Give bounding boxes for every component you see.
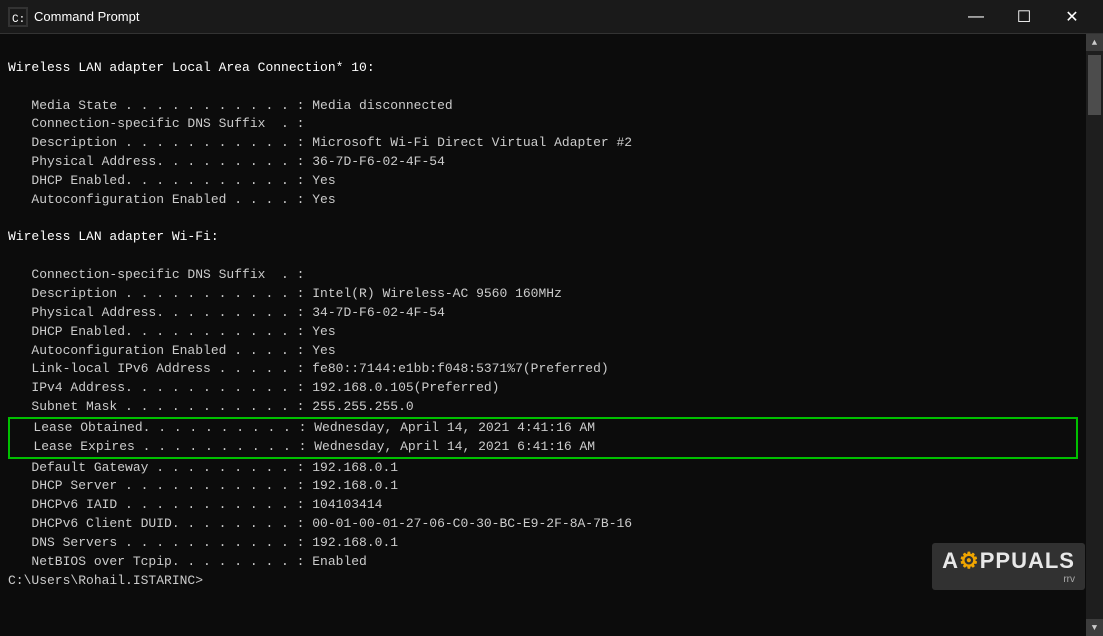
terminal-line: DHCP Enabled. . . . . . . . . . . : Yes [8, 323, 1078, 342]
terminal-line [8, 210, 1078, 229]
terminal-line: Wireless LAN adapter Local Area Connecti… [8, 59, 1078, 78]
watermark: A⚙PPUALS rrv [932, 543, 1085, 590]
watermark-sub: rrv [942, 574, 1075, 585]
terminal-line: Physical Address. . . . . . . . . : 36-7… [8, 153, 1078, 172]
terminal-line: Autoconfiguration Enabled . . . . : Yes [8, 191, 1078, 210]
terminal-line: DNS Servers . . . . . . . . . . . : 192.… [8, 534, 1078, 553]
highlighted-block: Lease Obtained. . . . . . . . . . : Wedn… [8, 417, 1078, 459]
scroll-up-arrow[interactable]: ▲ [1086, 34, 1103, 51]
title-bar: C: Command Prompt — ☐ ✕ [0, 0, 1103, 34]
close-button[interactable]: ✕ [1049, 0, 1095, 34]
terminal-line: Wireless LAN adapter Wi-Fi: [8, 228, 1078, 247]
minimize-button[interactable]: — [953, 0, 999, 34]
terminal-line: Subnet Mask . . . . . . . . . . . : 255.… [8, 398, 1078, 417]
terminal-line: Default Gateway . . . . . . . . . : 192.… [8, 459, 1078, 478]
terminal-output[interactable]: Wireless LAN adapter Local Area Connecti… [0, 34, 1086, 636]
terminal-line: Autoconfiguration Enabled . . . . : Yes [8, 342, 1078, 361]
terminal-line: Link-local IPv6 Address . . . . . : fe80… [8, 360, 1078, 379]
scroll-down-arrow[interactable]: ▼ [1086, 619, 1103, 636]
window: C: Command Prompt — ☐ ✕ Wireless LAN ada… [0, 0, 1103, 636]
scrollbar-track [1086, 51, 1103, 619]
terminal-line: DHCPv6 Client DUID. . . . . . . . : 00-0… [8, 515, 1078, 534]
terminal-line: Description . . . . . . . . . . . : Inte… [8, 285, 1078, 304]
terminal-line: Lease Expires . . . . . . . . . . : Wedn… [10, 438, 1076, 457]
svg-text:C:: C: [12, 14, 25, 25]
terminal-line [8, 78, 1078, 97]
terminal-line [8, 40, 1078, 59]
window-title: Command Prompt [34, 9, 953, 24]
terminal-line: DHCP Server . . . . . . . . . . . : 192.… [8, 477, 1078, 496]
terminal-line: Description . . . . . . . . . . . : Micr… [8, 134, 1078, 153]
watermark-gear-icon: ⚙ [959, 548, 980, 573]
watermark-text: A⚙PPUALS [942, 548, 1075, 574]
terminal-line [8, 247, 1078, 266]
restore-button[interactable]: ☐ [1001, 0, 1047, 34]
terminal-prompt: C:\Users\Rohail.ISTARINC> [8, 572, 1078, 591]
scrollbar[interactable]: ▲ ▼ [1086, 34, 1103, 636]
terminal-line: Media State . . . . . . . . . . . : Medi… [8, 97, 1078, 116]
scrollbar-thumb[interactable] [1088, 55, 1101, 115]
terminal-line: DHCPv6 IAID . . . . . . . . . . . : 1041… [8, 496, 1078, 515]
content-wrap: Wireless LAN adapter Local Area Connecti… [0, 34, 1103, 636]
terminal-line: DHCP Enabled. . . . . . . . . . . : Yes [8, 172, 1078, 191]
terminal-line: IPv4 Address. . . . . . . . . . . : 192.… [8, 379, 1078, 398]
terminal-line: Connection-specific DNS Suffix . : [8, 266, 1078, 285]
app-icon: C: [8, 7, 28, 27]
terminal-line: NetBIOS over Tcpip. . . . . . . . : Enab… [8, 553, 1078, 572]
terminal-line: Connection-specific DNS Suffix . : [8, 115, 1078, 134]
terminal-line: Lease Obtained. . . . . . . . . . : Wedn… [10, 419, 1076, 438]
terminal-line: Physical Address. . . . . . . . . : 34-7… [8, 304, 1078, 323]
window-controls: — ☐ ✕ [953, 0, 1095, 34]
